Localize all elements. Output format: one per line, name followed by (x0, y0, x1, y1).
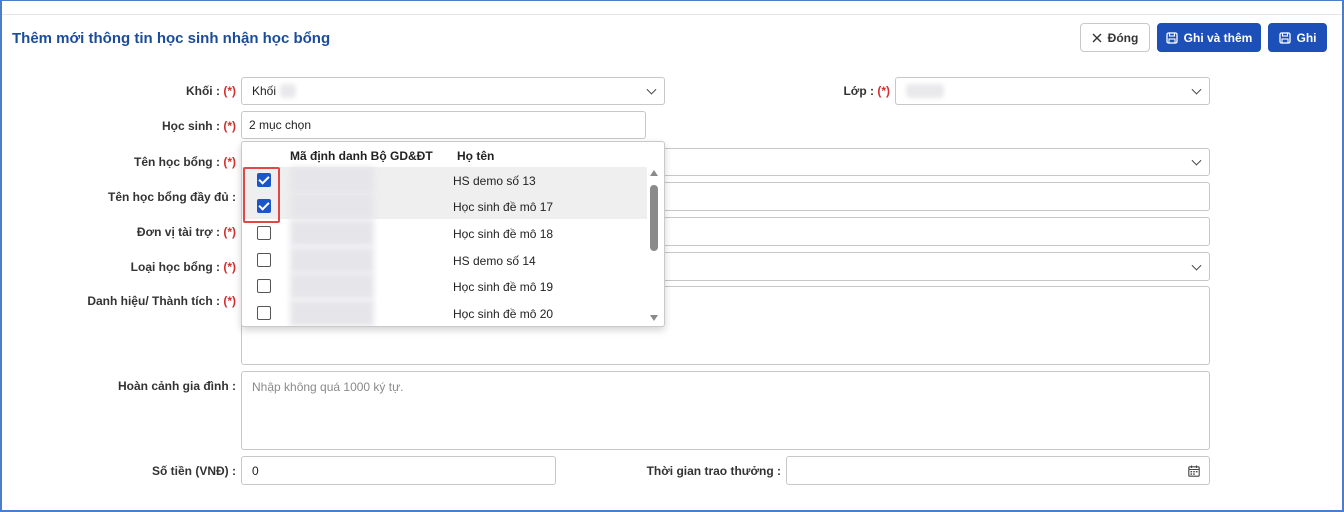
dropdown-row[interactable]: HS demo số 14 (242, 247, 647, 273)
ten-hoc-bong-label: Tên học bổng : (*) (133, 155, 236, 169)
scroll-up-arrow-icon[interactable] (650, 170, 658, 176)
don-vi-label: Đơn vị tài trợ : (*) (136, 225, 236, 239)
top-divider (2, 14, 1342, 15)
required-mark: (*) (223, 84, 236, 98)
dropdown-row[interactable]: HS demo số 13 (242, 167, 647, 193)
save-and-add-label: Ghi và thêm (1183, 30, 1253, 45)
checkbox[interactable] (257, 226, 271, 240)
save-icon (1166, 31, 1178, 44)
redacted-value (280, 84, 297, 98)
dropdown-header: Mã định danh Bộ GD&ĐT Họ tên (242, 142, 664, 167)
page-title: Thêm mới thông tin học sinh nhận học bổn… (12, 30, 331, 47)
khoi-select[interactable]: Khối (241, 77, 665, 105)
thoi-gian-input[interactable] (786, 456, 1210, 485)
close-button-label: Đóng (1107, 30, 1139, 45)
checkbox[interactable] (257, 306, 271, 320)
required-mark: (*) (223, 155, 236, 169)
redacted-code (290, 220, 374, 246)
thoi-gian-label: Thời gian trao thưởng : (646, 464, 781, 478)
hoan-canh-textarea[interactable]: Nhập không quá 1000 ký tự. (241, 371, 1210, 450)
close-button[interactable]: Đóng (1080, 23, 1150, 52)
hoan-canh-label: Hoàn cảnh gia đình : (117, 379, 236, 393)
lop-label: Lớp : (*) (843, 84, 890, 98)
required-mark: (*) (223, 260, 236, 274)
save-icon (1278, 31, 1291, 44)
save-button-label: Ghi (1296, 30, 1317, 45)
chevron-down-icon (1191, 155, 1202, 166)
khoi-label: Khối : (*) (185, 84, 236, 98)
dropdown-row[interactable]: Học sinh đề mô 18 (242, 220, 647, 246)
save-button[interactable]: Ghi (1268, 23, 1327, 52)
dropdown-row[interactable]: Học sinh đề mô 20 (242, 300, 647, 326)
redacted-value (906, 84, 944, 98)
required-mark: (*) (877, 84, 890, 98)
redacted-code (290, 167, 374, 193)
redacted-code (290, 247, 374, 273)
redacted-code (290, 273, 374, 299)
danh-hieu-label: Danh hiệu/ Thành tích : (*) (87, 294, 236, 308)
redacted-code (290, 300, 374, 326)
ten-day-du-label: Tên học bổng đầy đủ : (108, 190, 236, 204)
dropdown-scrollbar[interactable] (650, 185, 658, 251)
col-code-header: Mã định danh Bộ GD&ĐT (290, 149, 433, 163)
hoan-canh-placeholder: Nhập không quá 1000 ký tự. (252, 380, 404, 394)
save-and-add-button[interactable]: Ghi và thêm (1157, 23, 1261, 52)
checkbox[interactable] (257, 279, 271, 293)
loai-label: Loại học bổng : (*) (130, 260, 236, 274)
selection-highlight-box (243, 167, 280, 223)
chevron-down-icon (1191, 84, 1202, 95)
calendar-icon[interactable] (1188, 465, 1200, 477)
student-dropdown: Mã định danh Bộ GD&ĐT Họ tên HS demo số … (241, 141, 665, 327)
lop-select[interactable] (895, 77, 1210, 105)
required-mark: (*) (223, 119, 236, 133)
redacted-code (290, 193, 374, 219)
checkbox[interactable] (257, 253, 271, 267)
col-name-header: Họ tên (457, 149, 495, 163)
chevron-down-icon (646, 84, 657, 95)
so-tien-label: Số tiền (VNĐ) : (152, 464, 236, 478)
dropdown-row[interactable]: Học sinh đề mô 17 (242, 193, 647, 219)
hoc-sinh-label: Học sinh : (*) (161, 119, 236, 133)
so-tien-input[interactable]: 0 (241, 456, 556, 485)
dropdown-row[interactable]: Học sinh đề mô 19 (242, 273, 647, 299)
hoc-sinh-multiselect[interactable]: 2 mục chọn (241, 111, 646, 139)
scroll-down-arrow-icon[interactable] (650, 315, 658, 321)
chevron-down-icon (1191, 260, 1202, 271)
required-mark: (*) (223, 225, 236, 239)
close-icon (1092, 33, 1102, 42)
required-mark: (*) (223, 294, 236, 308)
